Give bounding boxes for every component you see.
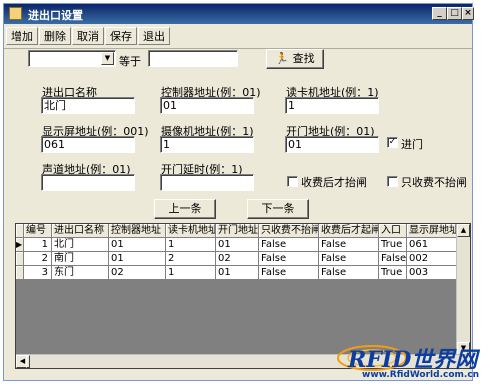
table-cell[interactable]: 01 bbox=[216, 238, 259, 252]
column-header[interactable]: 读卡机地址 bbox=[166, 224, 216, 238]
table-cell[interactable]: 1 bbox=[166, 266, 216, 280]
table-cell[interactable]: True bbox=[379, 266, 407, 280]
row-header-corner bbox=[16, 224, 24, 238]
table-cell[interactable]: 003 bbox=[407, 266, 458, 280]
column-header[interactable]: 只收费不抬闸 bbox=[259, 224, 319, 238]
maximize-button[interactable]: □ bbox=[447, 7, 462, 20]
table-cell[interactable]: 02 bbox=[109, 266, 166, 280]
close-button[interactable]: × bbox=[462, 7, 474, 20]
charge-after-checkbox[interactable] bbox=[287, 176, 298, 187]
table-cell[interactable]: 002 bbox=[407, 252, 458, 266]
column-header[interactable]: 编号 bbox=[24, 224, 52, 238]
column-header[interactable]: 收费后才起闸 bbox=[319, 224, 379, 238]
table-cell[interactable]: False bbox=[319, 266, 379, 280]
column-header[interactable]: 入口 bbox=[379, 224, 407, 238]
table-cell[interactable]: 南门 bbox=[52, 252, 109, 266]
next-record-button[interactable]: 下一条 bbox=[247, 199, 309, 219]
table-cell[interactable]: False bbox=[379, 252, 407, 266]
table-cell[interactable]: False bbox=[319, 252, 379, 266]
window-title: 进出口设置 bbox=[28, 9, 83, 22]
app-icon bbox=[9, 7, 22, 20]
column-header[interactable]: 进出口名称 bbox=[52, 224, 109, 238]
equals-label: 等于 bbox=[119, 55, 141, 68]
table-cell[interactable]: 01 bbox=[109, 252, 166, 266]
display-input[interactable]: 061 bbox=[41, 136, 135, 153]
table-cell[interactable]: False bbox=[259, 266, 319, 280]
add-button[interactable]: 增加 bbox=[6, 27, 38, 45]
table-cell[interactable]: 东门 bbox=[52, 266, 109, 280]
table-cell[interactable]: 1 bbox=[24, 238, 52, 252]
search-input[interactable] bbox=[148, 50, 238, 67]
voice-input[interactable] bbox=[41, 174, 135, 191]
column-header[interactable]: 开门地址 bbox=[216, 224, 259, 238]
minimize-button[interactable]: _ bbox=[432, 7, 447, 20]
table-cell[interactable]: True bbox=[379, 238, 407, 252]
row-header[interactable] bbox=[16, 252, 24, 266]
save-button[interactable]: 保存 bbox=[105, 27, 137, 45]
door-input[interactable]: 01 bbox=[285, 136, 379, 153]
row-header[interactable] bbox=[16, 266, 24, 280]
table-cell[interactable]: 01 bbox=[216, 266, 259, 280]
table-cell[interactable]: False bbox=[259, 252, 319, 266]
charge-only-checkbox[interactable] bbox=[387, 176, 398, 187]
title-bar[interactable]: 进出口设置 _ □ × bbox=[4, 4, 474, 24]
name-input[interactable]: 北门 bbox=[41, 97, 135, 114]
table-cell[interactable]: 1 bbox=[166, 238, 216, 252]
current-row-icon[interactable]: ▶ bbox=[16, 238, 24, 252]
cancel-button[interactable]: 取消 bbox=[72, 27, 104, 45]
rfid-world-watermark: RFID世界网 www.RfidWorld.com.cn bbox=[332, 338, 488, 382]
table-cell[interactable]: 02 bbox=[216, 252, 259, 266]
scroll-up-icon[interactable]: ▲ bbox=[457, 224, 470, 237]
entry-checkbox[interactable]: ✓ bbox=[387, 137, 398, 148]
watermark-url: www.RfidWorld.com.cn bbox=[362, 370, 480, 380]
table-cell[interactable]: False bbox=[259, 238, 319, 252]
app-window: 进出口设置 _ □ × 增加 删除 取消 保存 退出 ▼ 等于 🏃 查找 进出口… bbox=[3, 3, 474, 381]
vertical-scrollbar[interactable]: ▲ ▼ bbox=[456, 224, 470, 355]
search-field-select[interactable]: ▼ bbox=[28, 50, 116, 67]
running-man-icon: 🏃 bbox=[275, 52, 290, 65]
exit-button[interactable]: 退出 bbox=[138, 27, 170, 45]
table-cell[interactable]: 北门 bbox=[52, 238, 109, 252]
table-cell[interactable]: 01 bbox=[109, 238, 166, 252]
scroll-thumb[interactable] bbox=[26, 355, 30, 368]
toolbar-divider bbox=[4, 48, 472, 49]
find-button-label: 查找 bbox=[292, 52, 315, 65]
find-button[interactable]: 🏃 查找 bbox=[266, 49, 324, 69]
table-cell[interactable]: False bbox=[319, 238, 379, 252]
column-header[interactable]: 控制器地址 bbox=[109, 224, 166, 238]
delay-input[interactable] bbox=[160, 174, 254, 191]
controller-input[interactable]: 01 bbox=[160, 97, 254, 114]
chevron-down-icon[interactable]: ▼ bbox=[101, 52, 114, 65]
charge-only-label: 只收费不抬闸 bbox=[401, 176, 467, 189]
table-cell[interactable]: 2 bbox=[24, 252, 52, 266]
table-cell[interactable]: 061 bbox=[407, 238, 458, 252]
entry-label: 进门 bbox=[401, 138, 423, 151]
reader-input[interactable]: 1 bbox=[285, 97, 379, 114]
camera-input[interactable]: 1 bbox=[160, 136, 254, 153]
table-cell[interactable]: 2 bbox=[166, 252, 216, 266]
column-header[interactable]: 显示屏地址 bbox=[407, 224, 458, 238]
table-cell[interactable]: 3 bbox=[24, 266, 52, 280]
charge-after-label: 收费后才抬闸 bbox=[301, 176, 367, 189]
prev-record-button[interactable]: 上一条 bbox=[154, 199, 216, 219]
delete-button[interactable]: 删除 bbox=[39, 27, 71, 45]
